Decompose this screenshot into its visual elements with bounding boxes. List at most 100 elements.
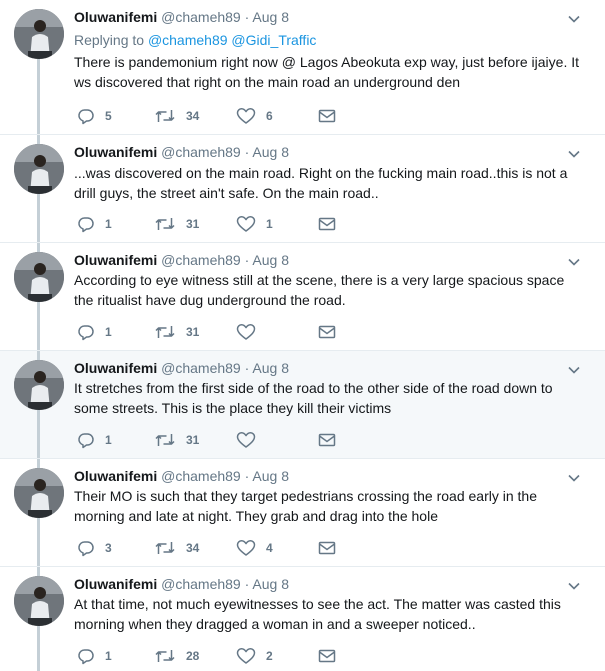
replying-to: Replying to @chameh89 @Gidi_Traffic	[74, 32, 317, 48]
reply-icon	[78, 217, 94, 233]
reply-button[interactable]: 1	[77, 430, 112, 450]
tweet[interactable]: Oluwanifemi @chameh89 · Aug 8 According …	[0, 243, 605, 351]
avatar[interactable]	[14, 252, 64, 302]
direct-message-button[interactable]	[318, 646, 336, 666]
like-button[interactable]: 2	[236, 646, 273, 666]
direct-message-button[interactable]	[318, 106, 336, 126]
chevron-down-icon[interactable]	[567, 471, 581, 485]
like-count: 6	[266, 109, 273, 123]
heart-icon	[236, 324, 256, 340]
reply-button[interactable]: 3	[77, 538, 112, 558]
timestamp[interactable]: Aug 8	[252, 252, 289, 268]
username[interactable]: @chameh89	[161, 576, 241, 592]
username[interactable]: @chameh89	[161, 144, 241, 160]
reply-button[interactable]: 5	[77, 106, 112, 126]
display-name[interactable]: Oluwanifemi	[74, 468, 157, 484]
tweet[interactable]: Oluwanifemi @chameh89 · Aug 8 At that ti…	[0, 567, 605, 671]
tweet-actions: 1 28 2	[74, 646, 374, 666]
username[interactable]: @chameh89	[161, 468, 241, 484]
retweet-button[interactable]: 28	[154, 646, 199, 666]
display-name[interactable]: Oluwanifemi	[74, 360, 157, 376]
thread-line	[37, 517, 40, 566]
reply-button[interactable]: 1	[77, 322, 112, 342]
tweet-actions: 1 31 1	[74, 214, 374, 234]
username[interactable]: @chameh89	[161, 252, 241, 268]
retweet-button[interactable]: 31	[154, 214, 199, 234]
thread-line	[37, 625, 40, 671]
tweet-text: At that time, not much eyewitnesses to s…	[74, 596, 561, 632]
like-count: 1	[266, 217, 273, 231]
chevron-down-icon[interactable]	[567, 255, 581, 269]
reply-count: 3	[105, 541, 112, 555]
like-button[interactable]	[236, 322, 266, 342]
tweet-actions: 3 34 4	[74, 538, 374, 558]
tweet-thread: Oluwanifemi @chameh89 · Aug 8 Replying t…	[0, 0, 605, 671]
timestamp[interactable]: Aug 8	[252, 576, 289, 592]
timestamp[interactable]: Aug 8	[252, 9, 289, 25]
tweet-actions: 1 31	[74, 430, 374, 450]
avatar[interactable]	[14, 576, 64, 626]
chevron-down-icon[interactable]	[567, 12, 581, 26]
timestamp[interactable]: Aug 8	[252, 360, 289, 376]
like-button[interactable]: 4	[236, 538, 273, 558]
avatar[interactable]	[14, 144, 64, 194]
retweet-button[interactable]: 31	[154, 322, 199, 342]
direct-message-button[interactable]	[318, 538, 336, 558]
tweet-actions: 1 31	[74, 322, 374, 342]
reply-button[interactable]: 1	[77, 214, 112, 234]
username[interactable]: @chameh89	[161, 9, 241, 25]
reply-count: 1	[105, 217, 112, 231]
tweet[interactable]: Oluwanifemi @chameh89 · Aug 8 Replying t…	[0, 0, 605, 135]
timestamp[interactable]: Aug 8	[252, 468, 289, 484]
chevron-down-icon[interactable]	[567, 147, 581, 161]
thread-line	[37, 58, 40, 134]
tweet-text: It stretches from the first side of the …	[74, 380, 553, 416]
retweet-count: 34	[186, 541, 200, 555]
like-count: 4	[266, 541, 273, 555]
like-button[interactable]: 6	[236, 106, 273, 126]
tweet-text: Their MO is such that they target pedest…	[74, 488, 538, 524]
tweet-text: ...was discovered on the main road. Righ…	[74, 165, 568, 201]
retweet-button[interactable]: 34	[154, 106, 199, 126]
chevron-down-icon[interactable]	[567, 579, 581, 593]
avatar[interactable]	[14, 360, 64, 410]
display-name[interactable]: Oluwanifemi	[74, 252, 157, 268]
retweet-count: 31	[186, 217, 200, 231]
direct-message-button[interactable]	[318, 214, 336, 234]
retweet-icon	[155, 110, 175, 122]
retweet-icon	[155, 326, 175, 338]
retweet-button[interactable]: 31	[154, 430, 199, 450]
reply-count: 5	[105, 109, 112, 123]
envelope-icon	[318, 217, 336, 231]
like-button[interactable]: 1	[236, 214, 273, 234]
thread-line	[37, 193, 40, 242]
retweet-count: 31	[186, 325, 200, 339]
avatar[interactable]	[14, 9, 64, 59]
heart-icon	[236, 108, 256, 124]
retweet-button[interactable]: 34	[154, 538, 199, 558]
timestamp[interactable]: Aug 8	[252, 144, 289, 160]
reply-icon	[78, 649, 94, 665]
retweet-count: 31	[186, 433, 200, 447]
envelope-icon	[318, 325, 336, 339]
direct-message-button[interactable]	[318, 430, 336, 450]
reply-icon	[78, 433, 94, 449]
reply-button[interactable]: 1	[77, 646, 112, 666]
envelope-icon	[318, 649, 336, 663]
like-button[interactable]	[236, 430, 266, 450]
tweet[interactable]: Oluwanifemi @chameh89 · Aug 8 It stretch…	[0, 351, 605, 459]
reply-icon	[78, 541, 94, 557]
thread-line	[37, 301, 40, 350]
direct-message-button[interactable]	[318, 322, 336, 342]
tweet[interactable]: Oluwanifemi @chameh89 · Aug 8 ...was dis…	[0, 135, 605, 243]
display-name[interactable]: Oluwanifemi	[74, 144, 157, 160]
display-name[interactable]: Oluwanifemi	[74, 9, 157, 25]
tweet-text: According to eye witness still at the sc…	[74, 272, 565, 308]
avatar[interactable]	[14, 468, 64, 518]
chevron-down-icon[interactable]	[567, 363, 581, 377]
reply-icon	[78, 109, 94, 125]
username[interactable]: @chameh89	[161, 360, 241, 376]
tweet[interactable]: Oluwanifemi @chameh89 · Aug 8 Their MO i…	[0, 459, 605, 567]
display-name[interactable]: Oluwanifemi	[74, 576, 157, 592]
replying-to-link[interactable]: @chameh89 @Gidi_Traffic	[148, 32, 317, 48]
